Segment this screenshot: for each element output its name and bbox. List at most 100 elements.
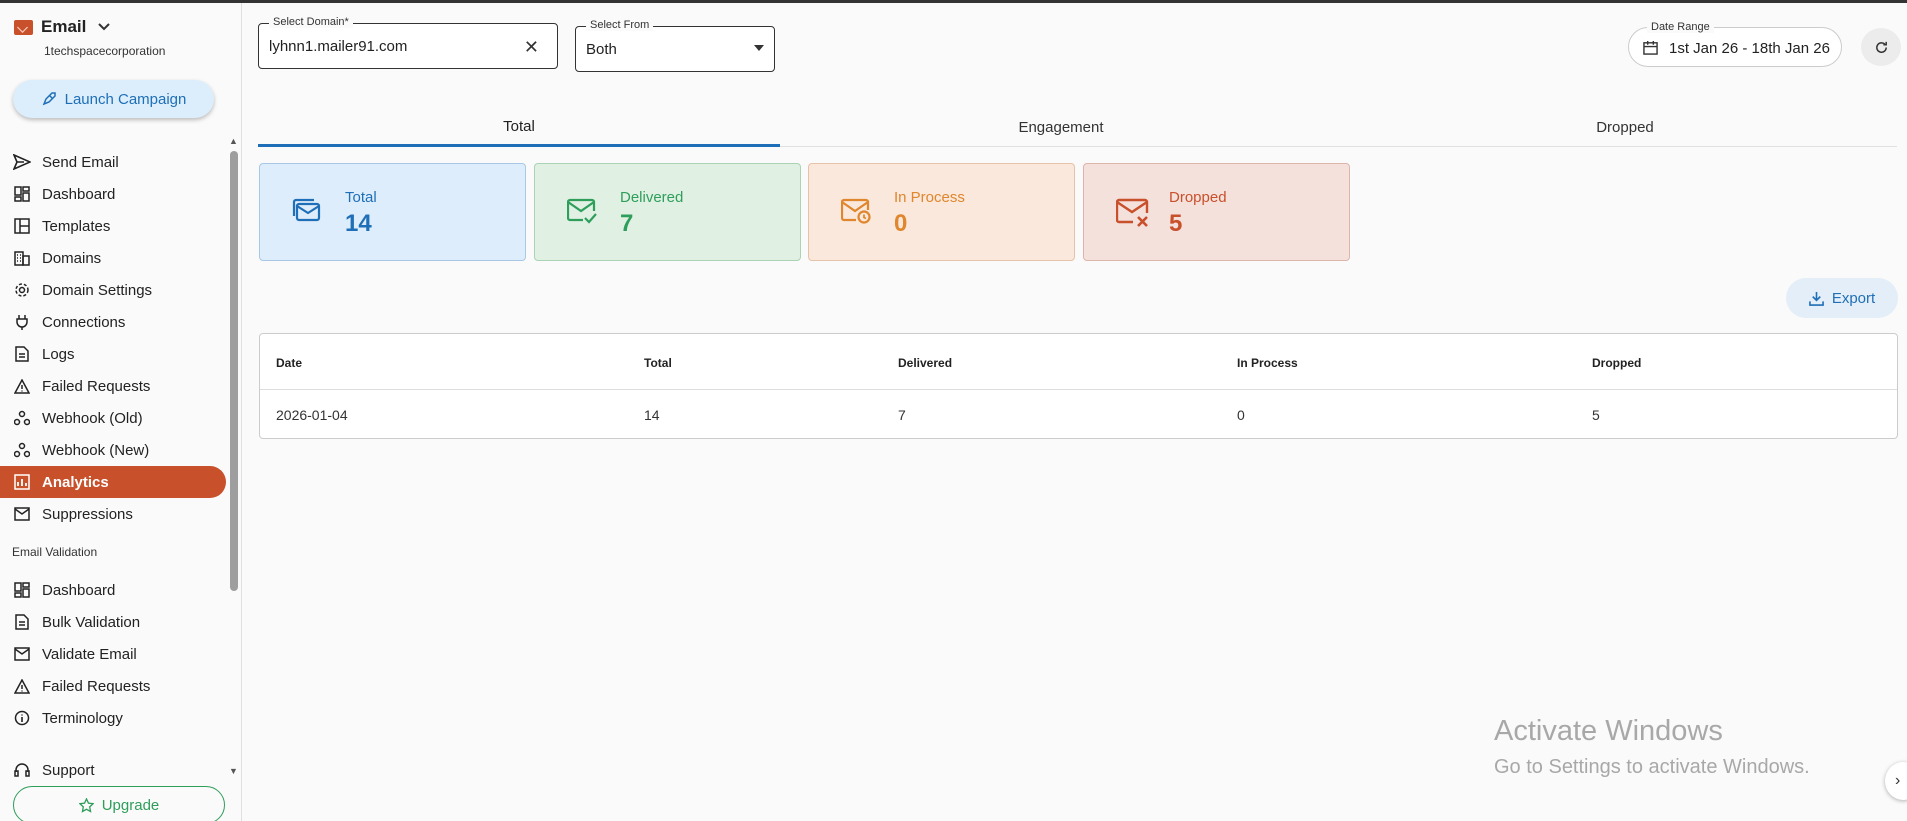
app-title: Email — [41, 17, 87, 36]
export-button[interactable]: Export — [1786, 278, 1898, 318]
sidebar-item-failed-requests[interactable]: Failed Requests — [0, 370, 226, 402]
sidebar-item-label: Logs — [42, 345, 75, 363]
scroll-up-arrow-icon[interactable]: ▲ — [229, 136, 238, 146]
building-icon — [12, 248, 32, 268]
sidebar-item-label: Dashboard — [42, 185, 116, 203]
stat-value: 7 — [620, 210, 634, 237]
analytics-tabs: Total Engagement Dropped — [258, 108, 1897, 147]
refresh-icon — [1875, 41, 1887, 53]
mail-stack-icon — [292, 198, 322, 227]
sidebar-item-label: Webhook (Old) — [42, 409, 143, 427]
sidebar-item-label: Failed Requests — [42, 377, 151, 395]
mail-clock-icon — [840, 198, 871, 229]
column-header-delivered[interactable]: Delivered — [898, 356, 952, 370]
dashboard-icon — [12, 184, 32, 204]
mail-icon — [12, 644, 32, 664]
sidebar-item-support[interactable]: Support — [0, 754, 226, 786]
org-name: 1techspacecorporation — [44, 44, 166, 58]
clear-icon[interactable]: ✕ — [524, 37, 539, 58]
sidebar-item-webhook-old[interactable]: Webhook (Old) — [0, 402, 226, 434]
column-header-total[interactable]: Total — [644, 356, 672, 370]
stat-card-dropped: Dropped 5 — [1083, 163, 1350, 261]
webhook-icon — [12, 408, 32, 428]
stat-label: In Process — [894, 189, 965, 206]
document-icon — [12, 344, 32, 364]
date-range-label: Date Range — [1647, 21, 1714, 33]
webhook-icon — [12, 440, 32, 460]
stat-label: Delivered — [620, 189, 684, 206]
stat-card-total: Total 14 — [259, 163, 526, 261]
column-header-date[interactable]: Date — [276, 356, 302, 370]
sidebar-item-terminology[interactable]: Terminology — [0, 702, 226, 734]
sidebar-item-webhook-new[interactable]: Webhook (New) — [0, 434, 226, 466]
sidebar-item-label: Failed Requests — [42, 677, 151, 695]
chevron-right-icon[interactable]: › — [1885, 762, 1907, 800]
upgrade-button[interactable]: Upgrade — [13, 786, 225, 821]
tab-total[interactable]: Total — [258, 108, 780, 147]
download-icon — [1808, 291, 1824, 306]
select-domain-value: lyhnn1.mailer91.com — [269, 38, 408, 55]
column-header-dropped[interactable]: Dropped — [1592, 356, 1641, 370]
app-switcher[interactable]: Email — [14, 17, 111, 37]
tab-engagement[interactable]: Engagement — [800, 108, 1322, 147]
sidebar-item-connections[interactable]: Connections — [0, 306, 226, 338]
section-email-validation: Email Validation — [12, 545, 98, 559]
table-cell-delivered: 7 — [898, 407, 906, 423]
sidebar-item-suppressions[interactable]: Suppressions — [0, 498, 226, 530]
table-header: Date Total Delivered In Process Dropped — [260, 334, 1897, 390]
date-range-value: 1st Jan 26 - 18th Jan 26 — [1669, 40, 1830, 57]
table-cell-in-process: 0 — [1237, 407, 1245, 423]
sidebar-item-label: Analytics — [42, 473, 109, 491]
table-cell-date: 2026-01-04 — [276, 407, 348, 423]
warning-icon — [12, 376, 32, 396]
select-domain-field[interactable]: Select Domain* lyhnn1.mailer91.com ✕ — [258, 16, 558, 69]
chevron-down-icon — [98, 23, 111, 31]
sidebar-item-templates[interactable]: Templates — [0, 210, 226, 242]
scroll-down-arrow-icon[interactable]: ▼ — [229, 766, 238, 776]
sidebar-item-bulk-validation[interactable]: Bulk Validation — [0, 606, 226, 638]
launch-campaign-button[interactable]: Launch Campaign — [13, 80, 214, 118]
sidebar-item-label: Domains — [42, 249, 102, 267]
sidebar-item-dashboard[interactable]: Dashboard — [0, 178, 226, 210]
select-from-value: Both — [586, 41, 617, 58]
dashboard-icon — [12, 580, 32, 600]
sidebar-item-label: Suppressions — [42, 505, 133, 523]
table-cell-total: 14 — [644, 407, 660, 423]
sidebar-item-send-email[interactable]: Send Email — [0, 146, 226, 178]
stat-label: Dropped — [1169, 189, 1227, 206]
sidebar-item-validation-failed-requests[interactable]: Failed Requests — [0, 670, 226, 702]
stat-value: 14 — [345, 210, 372, 237]
sidebar-item-validation-dashboard[interactable]: Dashboard — [0, 574, 226, 606]
analytics-icon — [12, 472, 32, 492]
select-from-dropdown[interactable]: Select From Both — [575, 19, 775, 72]
mail-check-icon — [566, 198, 597, 229]
scroll-thumb[interactable] — [230, 151, 238, 591]
select-domain-label: Select Domain* — [269, 16, 353, 28]
refresh-button[interactable] — [1861, 28, 1901, 66]
sidebar: Email 1techspacecorporation Launch Campa… — [0, 3, 242, 821]
send-icon — [12, 152, 32, 172]
sidebar-item-validate-email[interactable]: Validate Email — [0, 638, 226, 670]
watermark-title: Activate Windows — [1494, 715, 1723, 747]
sidebar-item-analytics[interactable]: Analytics — [0, 466, 226, 498]
launch-campaign-label: Launch Campaign — [64, 90, 187, 108]
sidebar-scrollbar[interactable]: ▲ ▼ — [229, 136, 239, 776]
sidebar-nav: Send Email Dashboard Templates Domains D… — [0, 146, 226, 786]
watermark-subtitle: Go to Settings to activate Windows. — [1494, 756, 1810, 778]
analytics-table: Date Total Delivered In Process Dropped … — [259, 333, 1898, 439]
select-from-label: Select From — [586, 19, 654, 31]
tab-dropped[interactable]: Dropped — [1364, 108, 1886, 147]
sidebar-item-label: Bulk Validation — [42, 613, 141, 631]
sidebar-item-domains[interactable]: Domains — [0, 242, 226, 274]
date-range-picker[interactable]: Date Range 1st Jan 26 - 18th Jan 26 — [1628, 21, 1842, 67]
sidebar-item-domain-settings[interactable]: Domain Settings — [0, 274, 226, 306]
sidebar-item-label: Dashboard — [42, 581, 116, 599]
upgrade-label: Upgrade — [101, 796, 160, 814]
star-icon — [78, 797, 94, 813]
document-icon — [12, 612, 32, 632]
stat-value: 5 — [1169, 210, 1183, 237]
column-header-in-process[interactable]: In Process — [1237, 356, 1298, 370]
rocket-icon — [42, 92, 56, 106]
sidebar-item-label: Webhook (New) — [42, 441, 150, 459]
sidebar-item-logs[interactable]: Logs — [0, 338, 226, 370]
